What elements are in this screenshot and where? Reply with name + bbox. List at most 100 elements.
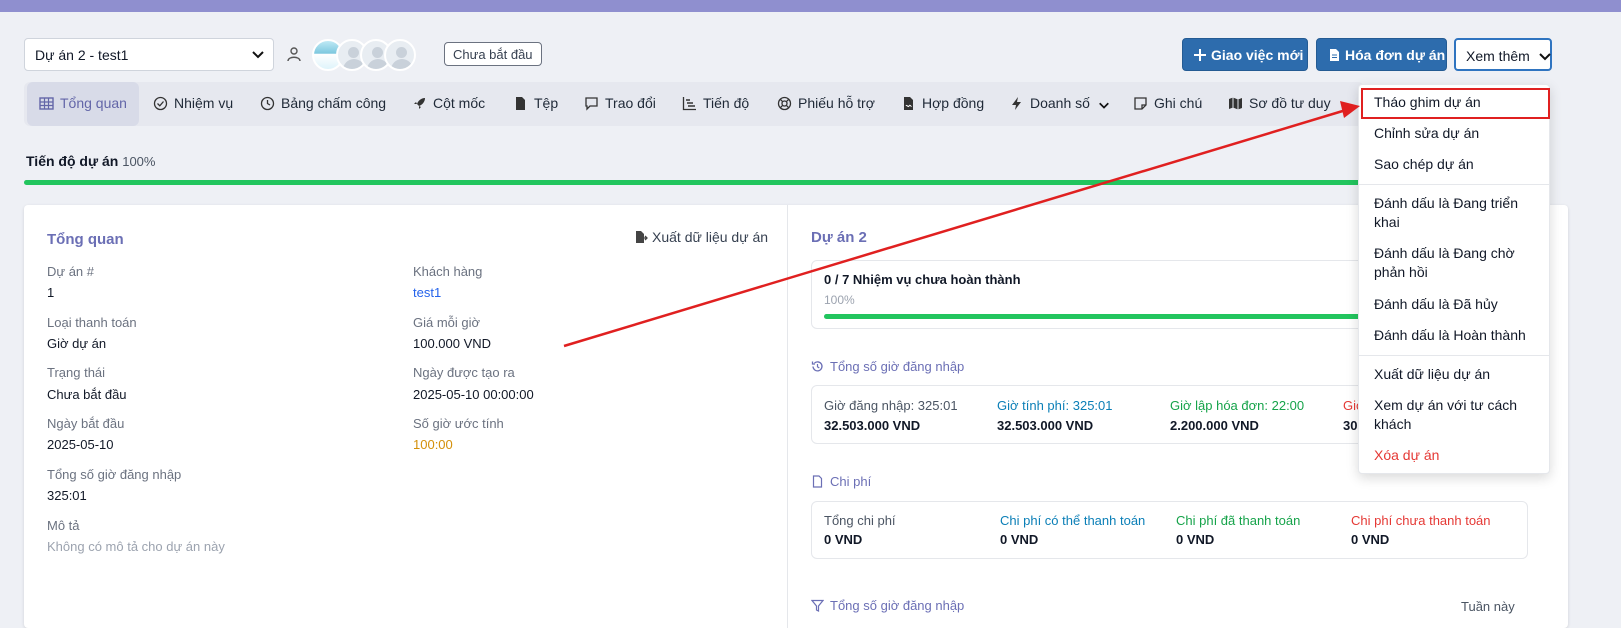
project-number-value: 1 [47,285,55,300]
status-badge: Chưa bắt đầu [444,42,542,66]
view-as-customer-item[interactable]: Xem dự án với tư cách khách [1374,396,1544,434]
description-value: Không có mô tả cho dự án này [47,539,225,554]
hours-title-text: Tổng số giờ đăng nhập [830,359,965,374]
customer-link[interactable]: test1 [413,285,441,300]
tab-files[interactable]: Tệp [513,82,558,126]
logged-hours-label: Tổng số giờ đăng nhập [47,467,182,482]
filter-icon [810,599,825,612]
project-progress-bar [24,180,1364,185]
logged-hours-stat-label: Giờ đăng nhập: 325:01 [824,398,958,413]
bolt-icon [1012,97,1021,110]
rate-label: Giá mỗi giờ [413,315,481,330]
tasks-percent: 100% [824,293,855,307]
map-icon [1229,97,1242,110]
avatar[interactable] [384,39,416,71]
export-project-data-link[interactable]: Xuất dữ liệu dự án [634,229,768,245]
chevron-down-icon [1538,53,1551,61]
chat-icon [585,97,598,111]
mark-in-progress-item[interactable]: Đánh dấu là Đang triển khai [1374,194,1544,232]
delete-project-item[interactable]: Xóa dự án [1374,446,1544,465]
tab-tickets[interactable]: Phiếu hỗ trợ [777,82,875,126]
tab-notes[interactable]: Ghi chú [1133,82,1202,126]
more-label: Xem thêm [1466,48,1530,64]
note-icon [1134,97,1147,110]
estimate-value: 100:00 [413,437,453,452]
more-actions-menu: Tháo ghim dự án Chỉnh sửa dự án Sao chép… [1358,84,1550,474]
project-header: Dự án 2 - test1 Chưa bắt đầu Giao việc m… [24,38,1604,72]
annotation-highlight-box [1361,88,1550,119]
tab-label: Bảng chấm công [281,95,387,111]
tab-timesheets[interactable]: Bảng chấm công [260,82,386,126]
tab-mindmap[interactable]: Sơ đồ tư duy [1228,82,1331,126]
menu-divider [1359,355,1549,356]
period-filter-label: Tuần này [1461,599,1515,614]
logged-hours-stat-value: 32.503.000 VND [824,418,921,433]
billable-hours-label: Giờ tính phí: 325:01 [997,398,1113,413]
tasks-progress-fill [824,314,1384,319]
chart-title-text: Tổng số giờ đăng nhập [830,598,965,613]
clock-icon [260,96,275,111]
billable-expenses-value: 0 VND [1000,532,1039,547]
total-expenses-value: 0 VND [824,532,863,547]
tasks-progress-bar [824,314,1384,319]
lifebuoy-icon [777,96,792,111]
created-value: 2025-05-10 00:00:00 [413,387,534,402]
logged-hours-value: 325:01 [47,488,87,503]
tab-overview[interactable]: Tổng quan [27,82,139,126]
rate-value: 100.000 VND [413,336,492,351]
tasks-incomplete-text: 0 / 7 Nhiệm vụ chưa hoàn thành [824,272,1021,287]
expenses-title-text: Chi phí [830,474,872,489]
project-select[interactable]: Dự án 2 - test1 [24,38,274,71]
new-task-label: Giao việc mới [1211,47,1304,63]
tab-label: Doanh số [1030,95,1090,111]
member-avatars[interactable] [312,38,417,72]
project-name-title: Dự án 2 [811,229,867,246]
project-invoice-button[interactable]: Hóa đơn dự án [1316,38,1447,71]
rocket-icon [414,98,425,109]
tab-label: Ghi chú [1154,95,1203,111]
copy-project-item[interactable]: Sao chép dự án [1374,155,1544,174]
export-label: Xuất dữ liệu dự án [652,229,769,245]
invoiced-hours-label: Giờ lập hóa đơn: 22:00 [1170,398,1305,413]
document-icon [1330,49,1339,61]
mark-complete-item[interactable]: Đánh dấu là Hoàn thành [1374,326,1544,345]
paid-expenses-value: 0 VND [1176,532,1215,547]
progress-percent: 100% [122,154,156,169]
menu-divider [1359,184,1549,185]
tab-milestones[interactable]: Cột mốc [412,82,485,126]
file-outline-icon [812,475,823,488]
mark-cancelled-item[interactable]: Đánh dấu là Đã hủy [1374,295,1544,314]
plus-icon [1194,49,1206,61]
tab-discussions[interactable]: Trao đổi [584,82,656,126]
expenses-box: Tổng chi phí 0 VND Chi phí có thể thanh … [811,501,1528,559]
tab-label: Nhiệm vụ [174,95,234,111]
total-expenses-label: Tổng chi phí [824,513,896,528]
user-icon [287,47,301,62]
expenses-section-title: Chi phí [811,474,871,489]
mark-awaiting-feedback-item[interactable]: Đánh dấu là Đang chờ phản hồi [1374,244,1544,282]
tab-label: Cột mốc [433,95,486,111]
export-project-item[interactable]: Xuất dữ liệu dự án [1374,365,1544,384]
billing-type-value: Giờ dự án [47,336,107,351]
description-label: Mô tả [47,518,80,533]
billing-type-label: Loại thanh toán [47,315,137,330]
project-tabs: Tổng quan Nhiệm vụ Bảng chấm công Cột mố… [24,82,1364,126]
more-dropdown-button[interactable]: Xem thêm [1454,38,1552,71]
billable-expenses-label: Chi phí có thể thanh toán [1000,513,1146,528]
period-filter[interactable]: Tuần này [1461,599,1515,614]
project-select-value: Dự án 2 - test1 [35,47,129,63]
status-label: Trạng thái [47,365,106,380]
estimate-label: Số giờ ước tính [413,416,504,431]
project-overview-card: Tổng quan Xuất dữ liệu dự án Dự án # 1 K… [24,205,1568,628]
tab-contracts[interactable]: Hợp đồng [901,82,984,126]
created-label: Ngày được tạo ra [413,365,515,380]
edit-project-item[interactable]: Chỉnh sửa dự án [1374,124,1544,143]
tab-gantt[interactable]: Tiến độ [682,82,749,126]
new-task-button[interactable]: Giao việc mới [1182,38,1308,71]
tab-tasks[interactable]: Nhiệm vụ [153,82,233,126]
start-date-value: 2025-05-10 [47,437,114,452]
export-file-icon [636,231,648,243]
tab-label: Hợp đồng [922,95,985,111]
tab-sales[interactable]: Doanh số [1009,82,1110,126]
logged-hours-chart-title: Tổng số giờ đăng nhập [810,598,965,613]
